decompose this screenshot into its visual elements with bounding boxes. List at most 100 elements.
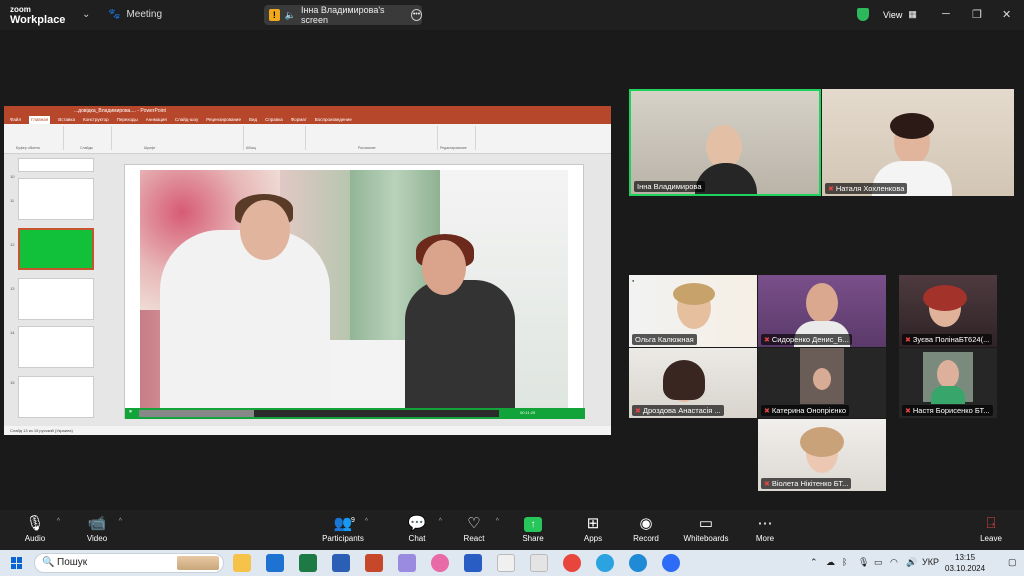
participant-tile[interactable]: ✖ Настя Борисенко БТ... — [899, 348, 997, 418]
excel-icon[interactable] — [299, 554, 317, 572]
battery-icon[interactable]: ▭ — [874, 557, 883, 568]
meeting-label: Meeting — [126, 9, 163, 20]
mic-tray-icon[interactable]: 🎙 — [858, 557, 869, 568]
participant-face — [806, 283, 838, 323]
settings-app-icon[interactable] — [530, 554, 548, 572]
tray-chevron-icon[interactable]: ⌃ — [810, 557, 818, 568]
more-icon: ⋯ — [757, 515, 773, 532]
chevron-down-icon[interactable]: ⌄ — [82, 9, 90, 20]
ppt-tab: Слайд-шоу — [174, 117, 199, 122]
leave-label: Leave — [980, 534, 1002, 543]
app-icon[interactable] — [431, 554, 449, 572]
word-icon[interactable] — [332, 554, 350, 572]
notification-icon[interactable]: ▢ — [1008, 557, 1017, 568]
volume-icon[interactable]: 🔊 — [906, 557, 917, 568]
screen-share-indicator[interactable]: ! 🔈 Інна Владимирова's screen ••• — [264, 5, 422, 25]
ppt-tab: Анимация — [145, 117, 167, 122]
zoom-icon[interactable] — [662, 554, 680, 572]
slide-thumbnail-selected[interactable] — [18, 228, 94, 270]
share-label: Share — [522, 534, 544, 543]
slide-thumbnail[interactable] — [18, 178, 94, 220]
file-explorer-icon[interactable] — [233, 554, 251, 572]
participant-tile[interactable]: ● Ольга Калюжная — [629, 275, 757, 347]
ribbon-group: Слайды — [66, 126, 112, 150]
video-progress-track[interactable] — [139, 410, 499, 417]
thumb-number: 11 — [10, 198, 15, 203]
audio-button[interactable]: 🎙 Audio ^ — [0, 514, 70, 543]
edge-icon[interactable] — [629, 554, 647, 572]
clock-time: 13:15 — [955, 553, 976, 562]
thumb-number: 10 — [10, 174, 15, 179]
ribbon-group: Буфер обмена — [6, 126, 64, 150]
windows-start-icon[interactable] — [11, 557, 23, 569]
participant-tile[interactable]: ✖ Сидоренко Денис_Б... — [758, 275, 886, 347]
share-arrow-icon: ↑ — [524, 517, 542, 532]
chat-icon: 💬 — [407, 515, 427, 532]
cloud-icon[interactable]: ☁ — [826, 557, 835, 568]
participant-name: ✖ Дроздова Анастасія ... — [632, 405, 724, 416]
caret-up-icon[interactable]: ^ — [119, 518, 122, 525]
record-icon: ◉ — [639, 515, 653, 532]
maximize-icon[interactable]: ❐ — [972, 8, 982, 21]
wifi-icon[interactable]: ◠ — [890, 557, 898, 568]
powerpoint-icon[interactable] — [365, 554, 383, 572]
slide-thumbnail[interactable] — [18, 158, 94, 172]
participant-name: Ольга Калюжная — [632, 334, 697, 345]
leave-button[interactable]: ⍈ Leave — [956, 514, 1024, 543]
paint-icon[interactable] — [398, 554, 416, 572]
view-menu[interactable]: View ▦ — [883, 9, 917, 20]
ribbon-group-label: Буфер обмена — [16, 146, 40, 150]
video-controls[interactable]: ⏸ 00:11:29 — [125, 408, 585, 419]
participant-hair — [673, 283, 715, 305]
participant-tile[interactable]: ✖ Віолета Нікітенко БТ... — [758, 419, 886, 491]
taskbar-search[interactable]: 🔍 Пошук — [34, 553, 224, 573]
app-icon[interactable] — [497, 554, 515, 572]
chrome-icon[interactable] — [563, 554, 581, 572]
more-button[interactable]: ⋯ More — [730, 514, 800, 543]
video-label: Video — [86, 534, 108, 543]
slide-video-photo — [140, 170, 568, 410]
seated-woman — [405, 280, 515, 410]
participants-button[interactable]: 👥 9 Participants ^ — [308, 514, 378, 543]
participant-tile-active-speaker[interactable]: Інна Владимирова — [629, 89, 821, 196]
participant-tile[interactable]: ✖ Наталя Хохленкова — [822, 89, 1014, 196]
participant-tile[interactable]: ✖ Дроздова Анастасія ... — [629, 348, 757, 418]
mail-icon[interactable] — [266, 554, 284, 572]
zoom-workplace-logo: zoom Workplace — [10, 4, 65, 26]
screen-owner-label: Інна Владимирова's screen — [300, 5, 385, 25]
apps-icon: ⊞ — [586, 515, 600, 532]
participant-hair — [663, 360, 705, 400]
whiteboards-label: Whiteboards — [683, 534, 729, 543]
ribbon-group: Шрифт — [114, 126, 244, 150]
language-indicator[interactable]: УКР — [922, 557, 939, 567]
ribbon-group: Рисование — [308, 126, 438, 150]
meeting-menu[interactable]: 🐾 Meeting — [108, 9, 162, 20]
mic-muted-icon: ✖ — [764, 408, 770, 415]
ppt-status-bar: Слайд 13 из 15 русский (Украина) — [4, 426, 611, 435]
encryption-shield-icon[interactable] — [857, 8, 869, 21]
react-label: React — [463, 534, 485, 543]
ppt-tab: Справка — [265, 117, 283, 122]
more-label: More — [755, 534, 775, 543]
ppt-title: ...довідка_Владимирова.... - PowerPoint — [74, 108, 166, 114]
system-clock[interactable]: 13:15 03.10.2024 — [945, 552, 985, 574]
pause-icon[interactable]: ⏸ — [129, 409, 132, 416]
close-icon[interactable]: ✕ — [1002, 8, 1011, 21]
participant-tile[interactable]: ✖ Катерина Онопрієнко — [758, 348, 886, 418]
more-options-icon[interactable]: ••• — [411, 9, 422, 21]
minimize-icon[interactable]: ─ — [942, 8, 950, 20]
ribbon-group-label: Рисование — [358, 146, 376, 150]
video-button[interactable]: 📹 Video ^ — [62, 514, 132, 543]
participant-name: ✖ Наталя Хохленкова — [825, 183, 908, 194]
shield-app-icon[interactable] — [464, 554, 482, 572]
participant-tile[interactable]: ✖ Зуєва ПолінаБТ624(... — [899, 275, 997, 347]
caret-up-icon[interactable]: ^ — [365, 518, 368, 525]
slide-thumbnail[interactable] — [18, 278, 94, 320]
microphone-icon: 🎙 — [25, 515, 45, 532]
slide-thumbnail[interactable] — [18, 376, 94, 418]
slide-thumbnail[interactable] — [18, 326, 94, 368]
caret-up-icon[interactable]: ^ — [57, 518, 60, 525]
telegram-icon[interactable] — [596, 554, 614, 572]
ppt-tab: Файл — [10, 117, 22, 122]
bluetooth-icon[interactable]: ᛒ — [842, 557, 847, 567]
